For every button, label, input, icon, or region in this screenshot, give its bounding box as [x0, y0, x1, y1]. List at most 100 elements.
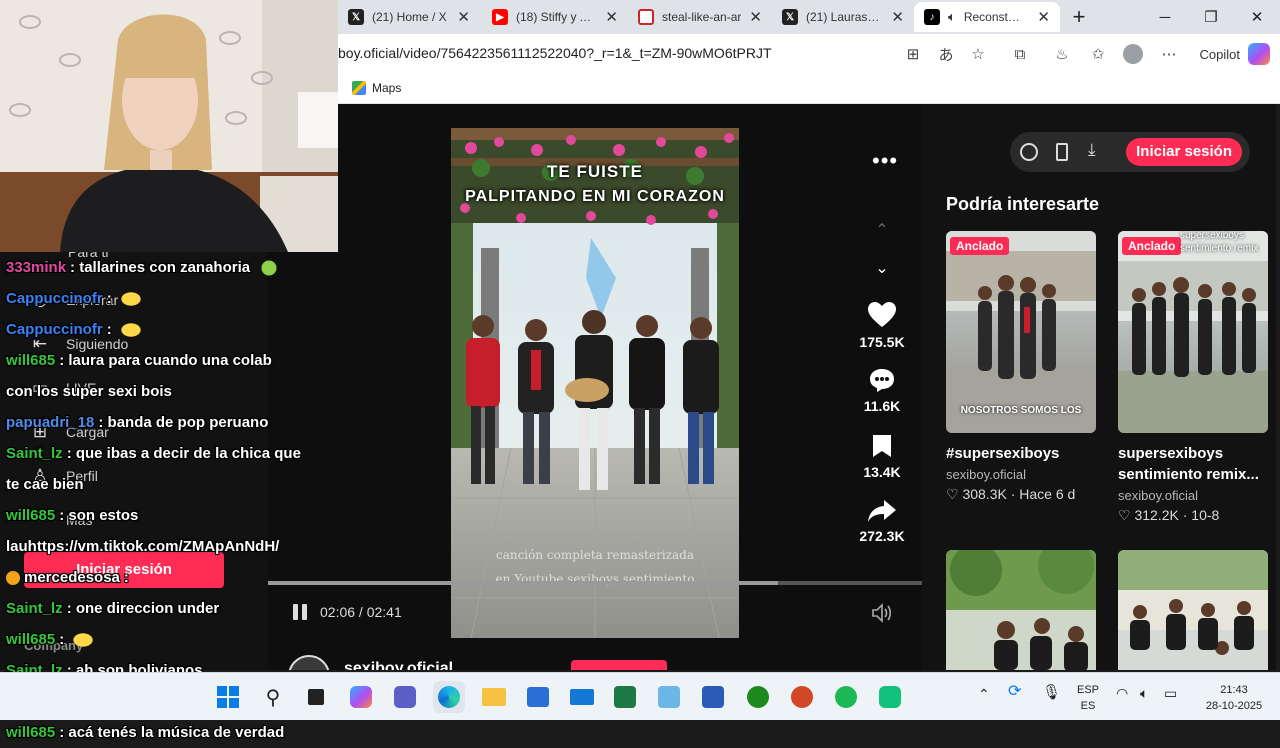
close-window-button[interactable]: ✕: [1234, 0, 1280, 34]
close-tab-icon[interactable]: ✕: [1037, 8, 1050, 26]
like-button[interactable]: 175.5K: [848, 302, 916, 350]
download-icon[interactable]: ⤓: [1088, 140, 1096, 160]
tab-pdf[interactable]: steal-like-an-ar ✕: [628, 2, 772, 32]
chat-username[interactable]: papuadri_18: [6, 414, 94, 431]
url-field[interactable]: boy.oficial/video/7564223561112522040?_r…: [338, 45, 772, 61]
chat-badge-icon: [6, 571, 20, 586]
powerpoint-icon[interactable]: [786, 681, 818, 713]
battery-icon[interactable]: ▭: [1164, 685, 1177, 701]
card-author: sexiboy.oficial: [946, 467, 1026, 482]
saves-count: 13.4K: [863, 464, 901, 480]
task-view-icon[interactable]: [300, 681, 332, 713]
edge-icon[interactable]: [433, 681, 465, 713]
close-tab-icon[interactable]: ✕: [457, 8, 470, 26]
bookmark-icon: [873, 435, 891, 457]
tab-title: (21) Laurasad p: [806, 10, 884, 24]
language-bottom: ES: [1080, 700, 1096, 712]
microphone-icon[interactable]: 🎙︎: [1042, 685, 1061, 701]
share-button[interactable]: 272.3K: [848, 500, 916, 544]
chat-username[interactable]: Saint_lz: [6, 600, 63, 617]
chat-username[interactable]: will685: [6, 724, 55, 741]
device-icon[interactable]: [1056, 143, 1068, 161]
wifi-icon[interactable]: ◠: [1116, 685, 1128, 701]
favorite-maps[interactable]: Maps: [352, 81, 401, 95]
comment-button[interactable]: 11.6K: [848, 368, 916, 414]
chat-username[interactable]: will685: [6, 352, 55, 369]
word-icon[interactable]: [697, 681, 729, 713]
video-progress-bar[interactable]: [268, 581, 922, 585]
chat-text: : tallarines con zanahoria: [70, 259, 251, 276]
chat-username[interactable]: 333mink: [6, 259, 66, 276]
tab-x-laurasad[interactable]: 𝕏 (21) Laurasad p ✕: [772, 2, 914, 32]
tab-x-home[interactable]: 𝕏 (21) Home / X ✕: [338, 2, 480, 32]
chat-username[interactable]: will685: [6, 507, 55, 524]
close-tab-icon[interactable]: ✕: [891, 8, 904, 26]
favorite-label: Maps: [372, 81, 402, 95]
more-options-button[interactable]: •••: [872, 148, 898, 174]
clock[interactable]: 21:43 28-10-2025: [1190, 682, 1278, 714]
whatsapp-icon[interactable]: [874, 681, 906, 713]
chat-emote-icon: [70, 631, 97, 650]
video-frame[interactable]: TE FUISTE PALPITANDO EN MI CORAZON canci…: [451, 128, 739, 638]
excel-icon[interactable]: [609, 681, 641, 713]
spotify-icon[interactable]: [830, 681, 862, 713]
suggestion-card[interactable]: [946, 550, 1096, 670]
suggestion-card[interactable]: Anclado NOSOTROS SOMOS LOS #supersexiboy…: [946, 231, 1096, 503]
store-icon[interactable]: [522, 681, 554, 713]
save-button[interactable]: 13.4K: [848, 434, 916, 480]
star-icon[interactable]: ☆: [966, 42, 990, 66]
start-button[interactable]: [212, 681, 244, 713]
extensions-icon[interactable]: ⧉: [1008, 42, 1032, 66]
language-indicator[interactable]: ESP ES: [1074, 682, 1102, 714]
copilot-button[interactable]: Copilot: [1200, 40, 1270, 68]
tab-youtube[interactable]: ▶ (18) Stiffy y Agu ✕: [482, 2, 628, 32]
heart-outline-icon: ♡: [1118, 507, 1131, 523]
chat-message: con los super sexi bois: [6, 376, 326, 407]
close-tab-icon[interactable]: ✕: [749, 8, 762, 26]
x-icon: 𝕏: [782, 9, 798, 25]
translate-icon[interactable]: あ: [934, 42, 958, 66]
login-button[interactable]: Iniciar sesión: [1126, 138, 1242, 166]
restore-button[interactable]: ❐: [1188, 0, 1234, 34]
pdf-icon: [638, 9, 654, 25]
xbox-icon[interactable]: [742, 681, 774, 713]
video-player-area: TE FUISTE PALPITANDO EN MI CORAZON canci…: [268, 104, 922, 670]
suggestion-card[interactable]: [1118, 550, 1268, 670]
favorites-icon[interactable]: ✩: [1086, 42, 1110, 66]
compass-icon[interactable]: [1020, 143, 1038, 161]
apps-icon[interactable]: ⊞: [901, 42, 925, 66]
file-explorer-icon[interactable]: [478, 681, 510, 713]
chat-text: con los super sexi bois: [6, 383, 172, 400]
chat-username[interactable]: Cappuccinofr: [6, 321, 103, 338]
chat-username[interactable]: Saint_lz: [6, 445, 63, 462]
volume-button[interactable]: [871, 602, 893, 624]
profile-avatar-icon[interactable]: [1121, 42, 1145, 66]
chat-text: :: [106, 321, 112, 338]
tray-overflow-icon[interactable]: ⌃: [978, 686, 990, 702]
search-icon[interactable]: ⚲: [257, 681, 289, 713]
volume-icon[interactable]: 🔈︎: [1140, 685, 1148, 701]
photos-icon[interactable]: [653, 681, 685, 713]
performance-icon[interactable]: ♨: [1050, 42, 1074, 66]
teams-icon[interactable]: [389, 681, 421, 713]
sync-icon[interactable]: ⟳: [1008, 684, 1021, 700]
follow-button[interactable]: [571, 660, 667, 670]
author-name[interactable]: sexiboy.oficial: [344, 660, 453, 670]
chat-username[interactable]: mercedesosa: [24, 569, 120, 586]
copilot-app-icon[interactable]: [345, 681, 377, 713]
minimize-button[interactable]: ─: [1142, 0, 1188, 34]
clock-time: 21:43: [1220, 684, 1248, 696]
settings-more-icon[interactable]: ⋯: [1157, 42, 1181, 66]
previous-video-button[interactable]: ⌃: [848, 220, 916, 240]
card-title: #supersexiboys: [946, 445, 1060, 462]
mail-icon[interactable]: [566, 681, 598, 713]
tab-tiktok-active[interactable]: ♪ 🔈︎ Reconstrare ✕: [914, 2, 1060, 32]
card-thumbnail: [1118, 550, 1268, 670]
chat-username[interactable]: will685: [6, 631, 55, 648]
new-tab-button[interactable]: +: [1056, 0, 1102, 34]
speaker-icon[interactable]: 🔈︎: [948, 9, 956, 25]
close-tab-icon[interactable]: ✕: [605, 8, 618, 26]
next-video-button[interactable]: ⌄: [848, 258, 916, 278]
chat-username[interactable]: Cappuccinofr: [6, 290, 103, 307]
suggestion-card[interactable]: Anclado supersexiboys sentimiento remix …: [1118, 231, 1268, 524]
